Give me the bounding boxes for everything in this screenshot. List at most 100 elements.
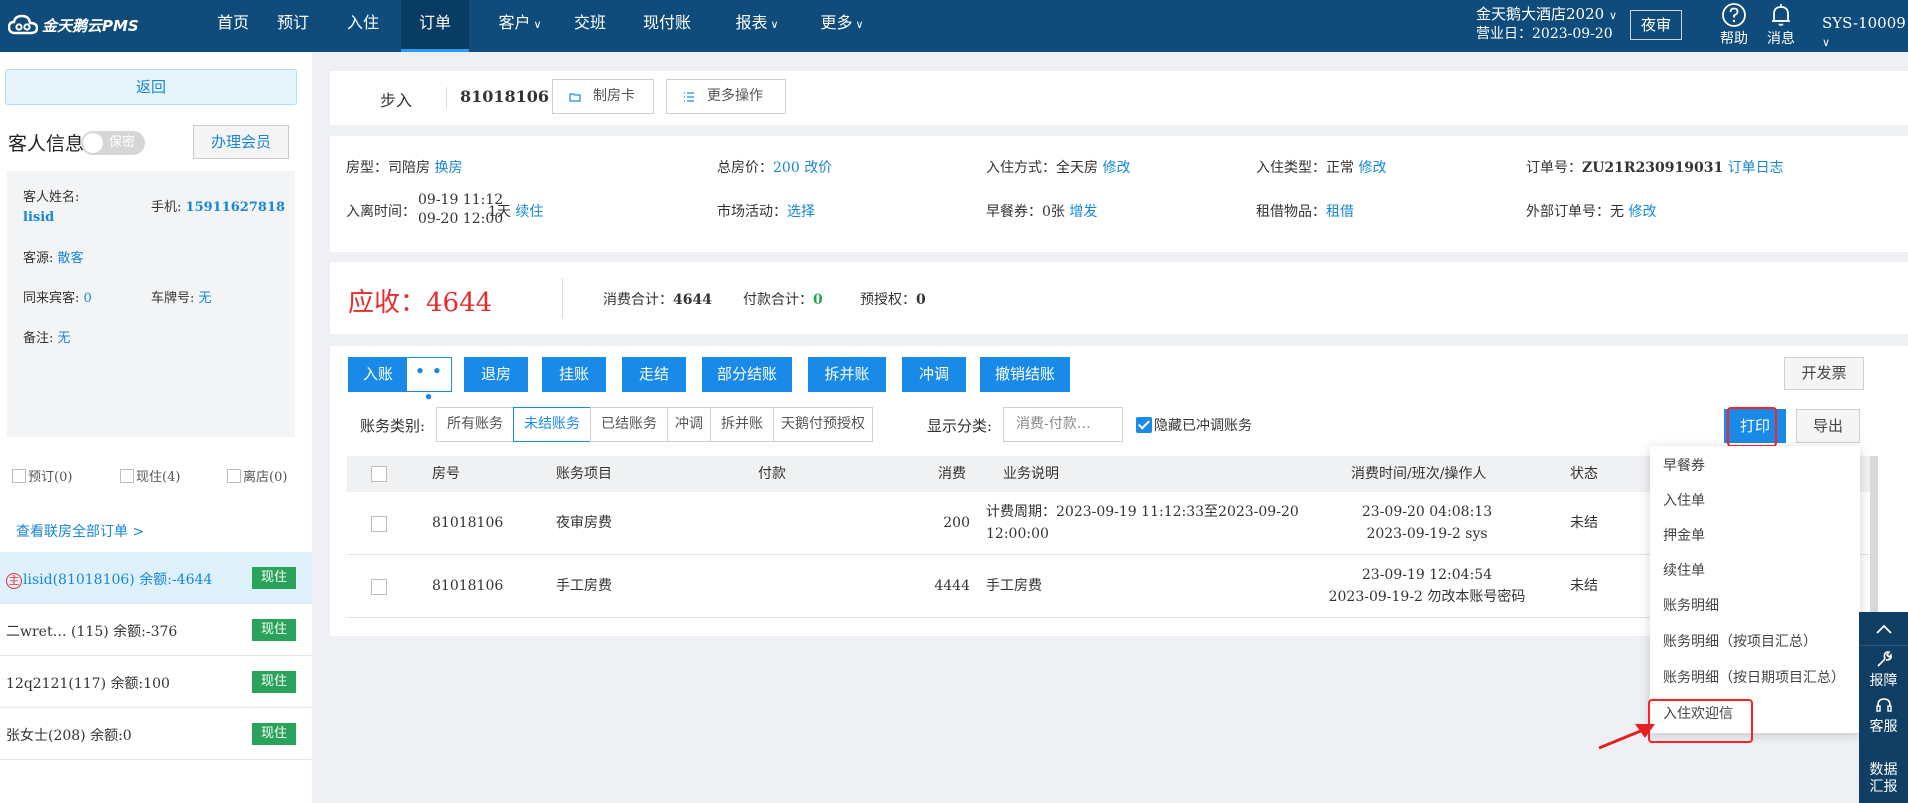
cancel-settle-button[interactable]: 撤销结账 <box>980 357 1070 392</box>
tab-split-merge[interactable]: 拆并账 <box>710 407 774 442</box>
post-more-button[interactable]: • • • <box>407 358 451 406</box>
user-menu[interactable]: SYS-10009 ∨ <box>1822 14 1908 50</box>
hotel-selector[interactable]: 金天鹅大酒店2020 ∨ <box>1476 4 1617 26</box>
print-checkin-form[interactable]: 入住单 <box>1663 491 1705 511</box>
print-account-details[interactable]: 账务明细 <box>1663 596 1719 616</box>
room-list-item[interactable]: 12q2121(117) 余额:100 现住 <box>0 656 312 708</box>
data-report-button[interactable]: 数据 汇报 <box>1859 762 1908 796</box>
checkbox[interactable] <box>120 468 134 483</box>
issue-invoice-button[interactable]: 开发票 <box>1784 357 1864 390</box>
checkbox[interactable] <box>12 468 26 483</box>
remark-value[interactable]: 无 <box>58 331 71 346</box>
room-list-item[interactable]: 二wret… (115) 余额:-376 现住 <box>0 604 312 656</box>
help-button[interactable]: 帮助 <box>1714 2 1754 48</box>
print-extension-form[interactable]: 续住单 <box>1663 561 1705 581</box>
nav-orders[interactable]: 订单 <box>401 0 469 52</box>
modify-ext-order-link[interactable]: 修改 <box>1628 204 1656 220</box>
folder-icon <box>569 93 581 102</box>
customer-service-label: 客服 <box>1869 719 1898 735</box>
view-all-linked-orders-link[interactable]: 查看联房全部订单 > <box>16 521 144 541</box>
print-account-details-by-item[interactable]: 账务明细（按项目汇总） <box>1663 632 1817 652</box>
table-scrollbar[interactable] <box>1870 456 1878 626</box>
display-category-select[interactable]: 消费-付款… <box>1003 407 1123 442</box>
preauth-value: 0 <box>916 292 926 308</box>
hang-account-button[interactable]: 挂账 <box>542 357 606 392</box>
companions-value[interactable]: 0 <box>84 291 92 306</box>
filter-reserved[interactable]: 预订(0) <box>12 466 72 485</box>
checkout-button[interactable]: 退房 <box>464 357 528 392</box>
make-room-card-button[interactable]: 制房卡 <box>552 79 654 114</box>
table-row[interactable]: 81018106 手工房费 4444 手工房费 23-09-19 12:04:5… <box>347 555 1877 618</box>
register-member-button[interactable]: 办理会员 <box>193 125 289 159</box>
add-breakfast-link[interactable]: 增发 <box>1069 204 1097 220</box>
more-operations-button[interactable]: 更多操作 <box>666 79 786 114</box>
cell-description: 计费周期：2023-09-19 11:12:33至2023-09-20 <box>986 504 1299 520</box>
tab-swan-pay-preauth[interactable]: 天鹅付预授权 <box>773 407 873 442</box>
plate-value[interactable]: 无 <box>199 291 212 306</box>
user-name: SYS-10009 <box>1822 14 1906 32</box>
change-room-link[interactable]: 换房 <box>434 160 462 176</box>
tab-all-accounts[interactable]: 所有账务 <box>436 407 514 442</box>
print-account-details-by-date-item[interactable]: 账务明细（按日期项目汇总） <box>1663 668 1845 688</box>
modify-checkin-type-link[interactable]: 修改 <box>1358 160 1386 176</box>
modify-checkin-method-link[interactable]: 修改 <box>1102 160 1130 176</box>
filter-in-house[interactable]: 现住(4) <box>120 466 180 485</box>
logo[interactable]: 金天鹅云PMS <box>8 14 139 36</box>
row-checkbox[interactable] <box>371 579 387 595</box>
extend-stay-link[interactable]: 续住 <box>515 204 543 220</box>
adjust-button[interactable]: 冲调 <box>902 357 966 392</box>
room-list-item[interactable]: 主 lisid(81018106) 余额:-4644 现住 <box>0 552 312 604</box>
filter-checked-out[interactable]: 离店(0) <box>227 466 287 485</box>
print-breakfast-voucher[interactable]: 早餐券 <box>1663 456 1705 476</box>
privacy-toggle[interactable]: 保密 <box>81 131 145 155</box>
row-checkbox[interactable] <box>371 516 387 532</box>
room-list-item[interactable]: 张女士(208) 余额:0 现住 <box>0 708 312 760</box>
source-value[interactable]: 散客 <box>58 251 84 266</box>
nav-more[interactable]: 更多 ∨ <box>806 0 878 52</box>
nav-shift[interactable]: 交班 <box>560 0 620 52</box>
status-badge: 现住 <box>252 619 296 641</box>
back-button[interactable]: 返回 <box>5 69 297 105</box>
data-report-label: 数据 <box>1869 762 1898 778</box>
split-merge-button[interactable]: 拆并账 <box>808 357 886 392</box>
phone-value[interactable]: 15911627818 <box>186 200 286 215</box>
select-all-checkbox[interactable] <box>371 466 387 482</box>
rental-link[interactable]: 租借 <box>1326 204 1354 220</box>
tab-unsettled-accounts[interactable]: 未结账务 <box>513 407 591 442</box>
guest-name[interactable]: lisid <box>23 209 54 227</box>
checkbox-checked[interactable] <box>1136 417 1152 433</box>
nav-customers[interactable]: 客户 ∨ <box>480 0 560 52</box>
export-button[interactable]: 导出 <box>1796 409 1860 443</box>
chevron-down-icon: ∨ <box>770 18 779 31</box>
change-price-link[interactable]: 改价 <box>804 160 832 176</box>
scroll-top-button[interactable] <box>1859 612 1908 646</box>
cell-item: 夜审房费 <box>556 515 612 531</box>
table-row[interactable]: 81018106 夜审房费 200 计费周期：2023-09-19 11:12:… <box>347 492 1877 555</box>
walk-settle-button[interactable]: 走结 <box>622 357 686 392</box>
nav-reservation[interactable]: 预订 <box>263 0 323 52</box>
messages-button[interactable]: 消息 <box>1761 2 1801 48</box>
print-deposit-slip[interactable]: 押金单 <box>1663 526 1705 546</box>
order-log-link[interactable]: 订单日志 <box>1728 160 1784 176</box>
customer-service-button[interactable]: 客服 <box>1859 692 1908 736</box>
status-badge: 现住 <box>252 723 296 745</box>
hide-adjusted-checkbox[interactable]: 隐藏已冲调账务 <box>1136 415 1252 435</box>
toggle-knob <box>83 133 103 153</box>
market-select-link[interactable]: 选择 <box>787 204 815 220</box>
tab-adjustments[interactable]: 冲调 <box>667 407 711 442</box>
partial-settle-button[interactable]: 部分结账 <box>702 357 792 392</box>
post-charge-button[interactable]: 入账 <box>349 358 407 391</box>
nav-checkin[interactable]: 入住 <box>333 0 393 52</box>
tab-settled-accounts[interactable]: 已结账务 <box>590 407 668 442</box>
nav-cash-account[interactable]: 现付账 <box>634 0 700 52</box>
nav-home[interactable]: 首页 <box>203 0 263 52</box>
chevron-down-icon: ∨ <box>855 18 864 31</box>
cell-item: 手工房费 <box>556 578 612 594</box>
header-status: 状态 <box>1570 466 1598 482</box>
report-issue-button[interactable]: 报障 <box>1859 646 1908 690</box>
checkbox[interactable] <box>227 468 241 483</box>
cell-room: 81018106 <box>432 515 504 531</box>
messages-label: 消息 <box>1767 31 1795 47</box>
night-audit-button[interactable]: 夜审 <box>1630 10 1682 40</box>
nav-reports[interactable]: 报表 ∨ <box>722 0 792 52</box>
